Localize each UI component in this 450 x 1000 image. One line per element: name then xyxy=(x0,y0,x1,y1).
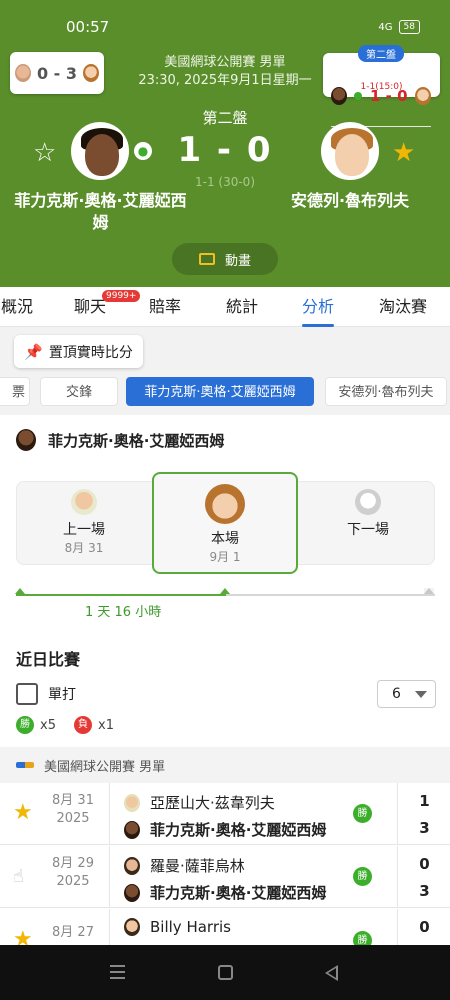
system-nav-bar xyxy=(0,945,450,1000)
player-section-name: 菲力克斯·奧格·艾麗婭西姆 xyxy=(48,431,225,450)
serve-indicator-icon xyxy=(354,91,363,100)
match-count-value: 6 xyxy=(392,686,401,702)
match-date: 8月 31 2025 xyxy=(52,793,94,826)
player-thumb xyxy=(71,489,97,515)
win-badge: 勝 xyxy=(353,804,372,823)
player-right-name[interactable]: 安德列·魯布列夫 xyxy=(270,190,430,212)
main-score: 1 - 0 xyxy=(177,130,273,170)
screen: 00:57 4G 58 0 - 3 美國網球公開賽 男單 23:30, 2025… xyxy=(0,0,450,1000)
loss-summary: 負 x1 xyxy=(74,716,114,734)
set-label: 第二盤 xyxy=(202,109,248,127)
current-set-card[interactable]: 第二盤 1 - 0 1-1(15:0) xyxy=(323,45,440,127)
tab-bar: 概況 聊天 9999+ 賠率 統計 分析 淘汰賽 xyxy=(0,287,450,327)
player-section-header: 菲力克斯·奧格·艾麗婭西姆 xyxy=(16,429,224,451)
score-1: 0 xyxy=(419,855,430,873)
match-date: 8月 29 2025 xyxy=(52,856,94,889)
match-row[interactable]: ☝ 8月 29 2025 羅曼·薩菲烏林 菲力克斯·奧格·艾麗婭西姆 勝 0 3 xyxy=(0,846,450,908)
score-1: 1 xyxy=(419,792,430,810)
singles-filter[interactable]: 單打 xyxy=(16,683,76,705)
score-2: 3 xyxy=(419,882,430,900)
unknown-player-icon xyxy=(355,489,381,515)
match-player-2: 菲力克斯·奧格·艾麗婭西姆 xyxy=(124,882,326,903)
player-thumb xyxy=(14,64,31,82)
timeline-gap: 1 天 16 小時 xyxy=(85,605,162,620)
win-summary: 勝 x5 xyxy=(16,716,56,734)
status-icons: 4G 58 xyxy=(378,20,420,34)
recent-title: 近日比賽 xyxy=(16,650,81,669)
status-time: 00:57 xyxy=(66,18,110,36)
status-bar: 00:57 4G 58 xyxy=(0,18,450,38)
player-thumb xyxy=(16,429,36,451)
win-count: x5 xyxy=(40,717,56,733)
singles-label: 單打 xyxy=(48,687,76,703)
timeline-prev[interactable]: 上一場 8月 31 xyxy=(34,481,134,565)
animation-icon xyxy=(198,253,215,265)
match-header: 00:57 4G 58 0 - 3 美國網球公開賽 男單 23:30, 2025… xyxy=(0,0,450,287)
favorite-star-filled-icon[interactable]: ★ xyxy=(13,800,33,825)
match-count-select[interactable]: 6 xyxy=(377,680,436,708)
tab-odds[interactable]: 賠率 xyxy=(145,287,185,327)
loss-icon: 負 xyxy=(74,716,92,734)
tournament-logo-icon xyxy=(16,762,34,768)
pin-live-score-button[interactable]: 📌 置頂實時比分 xyxy=(14,335,143,368)
timeline-next[interactable]: 下一場 xyxy=(318,481,418,565)
timeline-current[interactable]: 本場 9月 1 xyxy=(152,472,298,574)
chip-player-right[interactable]: 安德列·魯布列夫 xyxy=(325,377,447,406)
match-player-2: 菲力克斯·奧格·艾麗婭西姆 xyxy=(124,819,326,840)
game-score: 1-1 (30-0) xyxy=(194,175,255,189)
animation-label: 動畫 xyxy=(224,253,251,269)
tab-stats[interactable]: 統計 xyxy=(222,287,262,327)
loss-count: x1 xyxy=(98,717,114,733)
tournament-section-header: 美國網球公開賽 男單 xyxy=(0,747,450,783)
tournament-name: 美國網球公開賽 男單 xyxy=(164,55,286,70)
battery-icon: 58 xyxy=(398,20,420,34)
timeline-next-label: 下一場 xyxy=(347,522,389,538)
timeline-prev-label: 上一場 xyxy=(63,522,105,538)
win-badge: 勝 xyxy=(353,867,372,886)
tab-knockout[interactable]: 淘汰賽 xyxy=(374,287,432,327)
current-set-badge: 第二盤 xyxy=(358,45,404,62)
pin-label: 置頂實時比分 xyxy=(48,344,133,361)
player-right-avatar[interactable] xyxy=(321,122,379,180)
previous-set-score: 0 - 3 xyxy=(36,63,78,83)
win-icon: 勝 xyxy=(16,716,34,734)
match-player-1: 亞歷山大·茲韋列夫 xyxy=(124,792,275,813)
singles-checkbox[interactable] xyxy=(16,683,38,705)
previous-set-card[interactable]: 0 - 3 xyxy=(10,52,104,94)
chat-badge: 9999+ xyxy=(102,290,141,302)
chip-votes[interactable]: 票 xyxy=(0,377,30,406)
timeline-prev-date: 8月 31 xyxy=(64,541,104,555)
home-icon[interactable] xyxy=(218,965,233,980)
score-1: 0 xyxy=(419,918,430,936)
match-datetime: 23:30, 2025年9月1日星期一 xyxy=(138,73,312,88)
current-set-sub: 1-1(15:0) xyxy=(360,82,403,92)
player-left-name[interactable]: 菲力克斯·奧格·艾麗婭西姆 xyxy=(8,190,193,234)
tap-hand-icon: ☝ xyxy=(13,866,24,887)
timeline-current-date: 9月 1 xyxy=(209,550,241,564)
timeline-bar xyxy=(15,588,435,596)
recent-apps-icon[interactable] xyxy=(110,965,125,979)
tournament-info: 美國網球公開賽 男單 23:30, 2025年9月1日星期一 xyxy=(120,54,330,90)
animation-button[interactable]: 動畫 xyxy=(172,243,278,275)
chevron-down-icon xyxy=(415,690,427,698)
match-player-1: 羅曼·薩菲烏林 xyxy=(124,855,245,876)
tournament-section-name: 美國網球公開賽 男單 xyxy=(44,759,166,775)
tab-overview[interactable]: 概況 xyxy=(0,287,42,327)
match-date: 8月 27 xyxy=(52,925,94,940)
player-thumb xyxy=(83,64,100,82)
player-thumb xyxy=(205,484,245,524)
score-2: 3 xyxy=(419,819,430,837)
timeline-current-label: 本場 xyxy=(211,531,239,547)
pin-icon: 📌 xyxy=(24,342,43,361)
back-icon[interactable] xyxy=(325,965,338,981)
filter-area: 📌 置頂實時比分 票 交鋒 菲力克斯·奧格·艾麗婭西姆 安德列·魯布列夫 xyxy=(0,327,450,415)
tab-analysis[interactable]: 分析 xyxy=(294,287,342,327)
chip-head-to-head[interactable]: 交鋒 xyxy=(40,377,118,406)
favorite-star-filled-icon[interactable]: ★ xyxy=(392,138,415,168)
match-player-1: Billy Harris xyxy=(124,918,231,936)
signal-icon: 4G xyxy=(378,21,393,33)
chip-player-left[interactable]: 菲力克斯·奧格·艾麗婭西姆 xyxy=(126,377,314,406)
match-row[interactable]: ★ 8月 31 2025 亞歷山大·茲韋列夫 菲力克斯·奧格·艾麗婭西姆 勝 1… xyxy=(0,783,450,845)
